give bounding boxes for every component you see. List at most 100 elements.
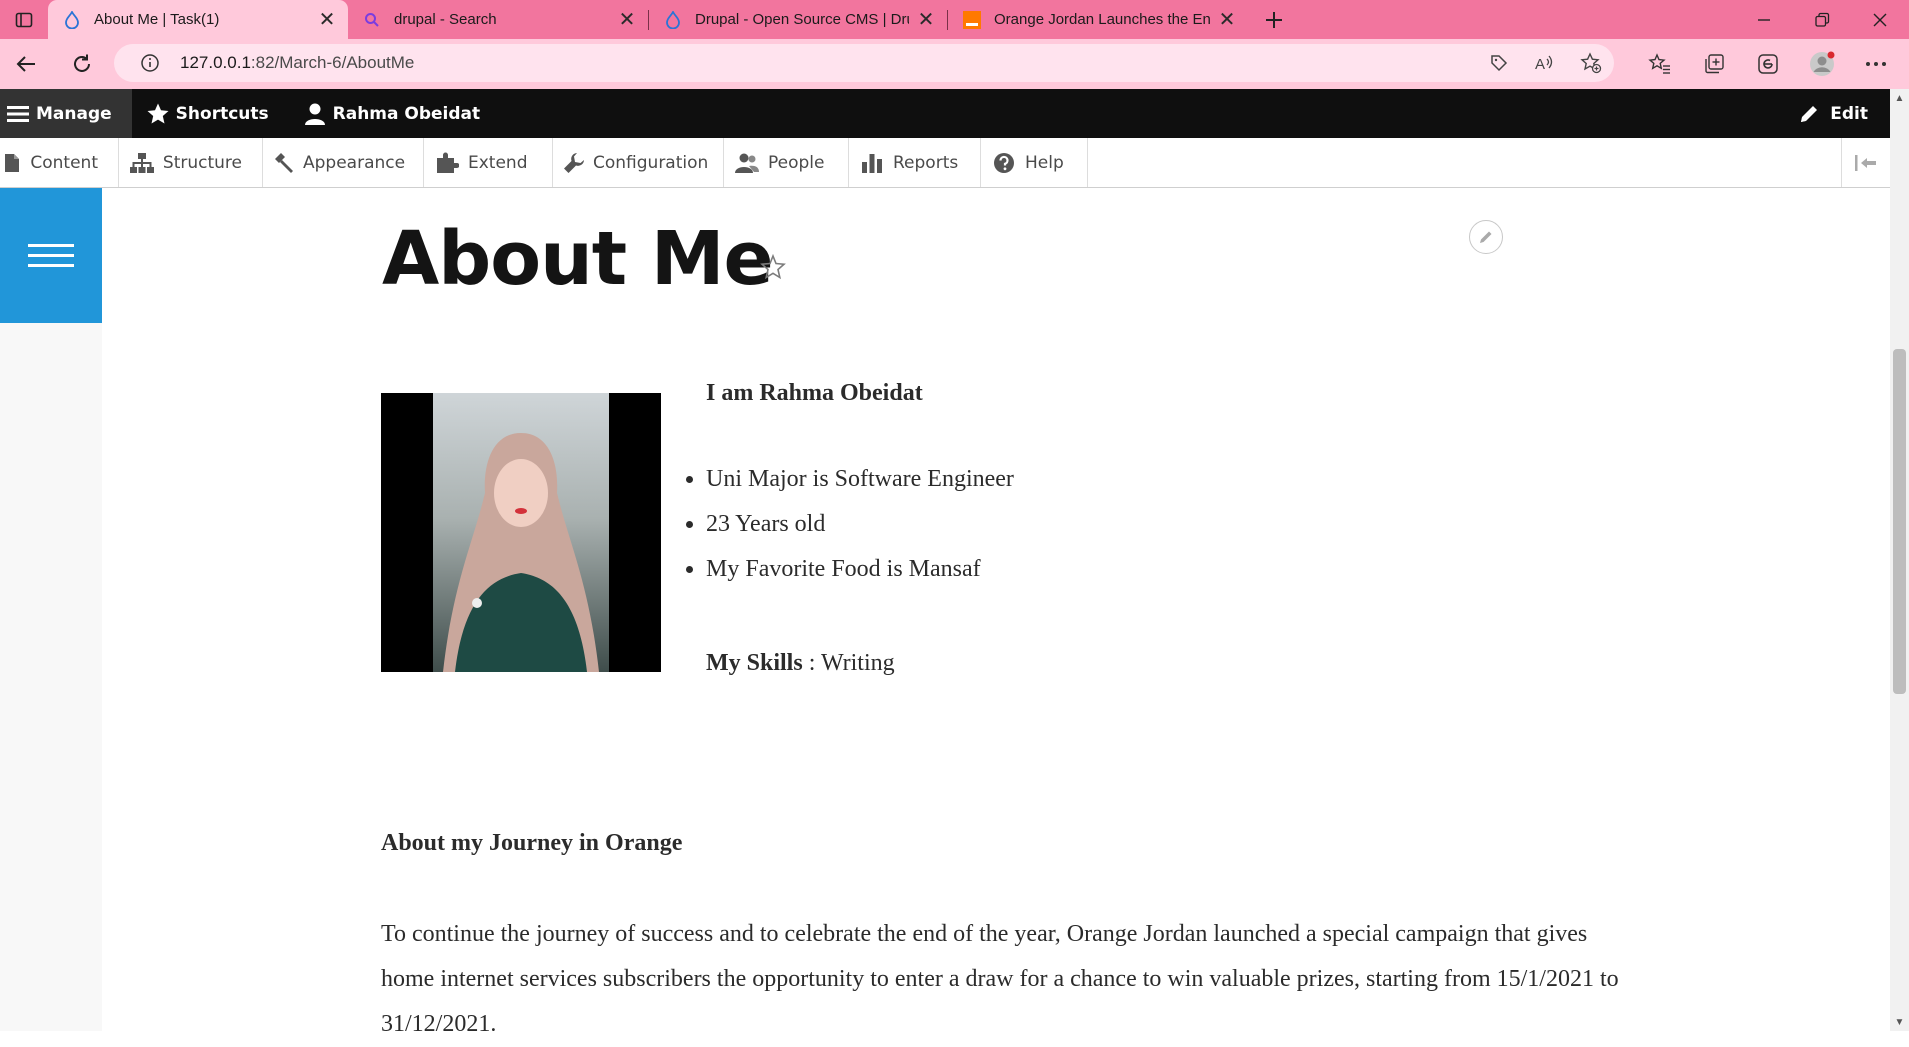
help-icon xyxy=(991,150,1017,176)
collapse-left-icon xyxy=(1855,154,1876,171)
url-host: 127.0.0.1 xyxy=(180,53,251,72)
toolbar-manage-label: Manage xyxy=(36,103,112,124)
toolbar-shortcuts-label: Shortcuts xyxy=(175,103,269,124)
restore-button[interactable] xyxy=(1793,0,1851,39)
tray-item-label: People xyxy=(768,152,825,173)
main-menu-button[interactable] xyxy=(0,188,102,323)
pencil-icon xyxy=(1480,231,1492,243)
tray-item-label: Reports xyxy=(893,152,959,173)
skills-separator: : xyxy=(802,650,821,676)
browser-tab-strip: About Me | Task(1) ✕ drupal - Search ✕ D… xyxy=(0,0,1909,39)
tab-title: Orange Jordan Launches the End xyxy=(994,11,1210,28)
more-menu-icon[interactable] xyxy=(1863,51,1889,77)
minimize-icon xyxy=(1758,18,1770,21)
tab-drupal-search[interactable]: drupal - Search ✕ xyxy=(348,0,648,39)
tray-item-extend[interactable]: Extend xyxy=(424,138,553,187)
hamburger-icon xyxy=(28,237,74,274)
site-info-icon[interactable] xyxy=(130,53,170,73)
toolbar-user[interactable]: Rahma Obeidat xyxy=(297,89,499,138)
tab-close-button[interactable]: ✕ xyxy=(1216,7,1238,32)
page-body: About Me I am Rahma Obeidat Uni Major is… xyxy=(0,188,1890,1037)
tray-item-content[interactable]: Content xyxy=(0,138,119,187)
reload-button[interactable] xyxy=(56,39,108,89)
new-tab-button[interactable] xyxy=(1254,0,1294,39)
tray-item-people[interactable]: People xyxy=(724,138,849,187)
orange-logo-icon xyxy=(962,10,982,30)
page-scrollbar[interactable]: ▲ ▼ xyxy=(1890,89,1909,1031)
skills-line: My Skills : Writing xyxy=(706,650,895,677)
restore-icon xyxy=(1815,12,1830,27)
profile-photo xyxy=(381,393,661,672)
search-icon xyxy=(362,10,382,30)
scroll-up-icon[interactable]: ▲ xyxy=(1890,89,1909,107)
url-text[interactable]: 127.0.0.1:82/March-6/AboutMe xyxy=(180,53,414,73)
tab-about-me[interactable]: About Me | Task(1) ✕ xyxy=(48,0,348,39)
svg-text:A: A xyxy=(1535,56,1545,73)
add-favorite-icon[interactable] xyxy=(1578,50,1604,76)
tray-item-help[interactable]: Help xyxy=(981,138,1088,187)
plus-icon xyxy=(1266,11,1282,28)
url-path: :82/March-6/AboutMe xyxy=(250,53,415,72)
main-content: About Me I am Rahma Obeidat Uni Major is… xyxy=(102,188,1890,1037)
browser-nav-bar: 127.0.0.1:82/March-6/AboutMe A xyxy=(0,39,1909,89)
scroll-thumb[interactable] xyxy=(1893,349,1906,694)
favorites-icon[interactable] xyxy=(1647,51,1673,77)
back-button[interactable] xyxy=(0,39,52,89)
list-item: Uni Major is Software Engineer xyxy=(686,464,1014,509)
toolbar-shortcuts[interactable]: Shortcuts xyxy=(140,89,287,138)
admin-toolbar-tray: Content Structure Appearance Extend Conf… xyxy=(0,138,1890,188)
toolbar-edit-label: Edit xyxy=(1830,103,1868,124)
contextual-edit-button[interactable] xyxy=(1469,220,1503,254)
file-icon xyxy=(2,150,22,176)
admin-toolbar: Manage Shortcuts Rahma Obeidat Edit xyxy=(0,89,1890,138)
address-bar[interactable]: 127.0.0.1:82/March-6/AboutMe A xyxy=(114,44,1614,82)
skills-label: My Skills xyxy=(706,650,803,676)
tab-close-button[interactable]: ✕ xyxy=(915,7,937,32)
bookmark-star-icon[interactable] xyxy=(758,252,788,282)
tab-actions-button[interactable] xyxy=(0,0,48,39)
wrench-icon xyxy=(563,150,585,176)
collections-icon[interactable] xyxy=(1701,51,1727,77)
toolbar-manage[interactable]: Manage xyxy=(0,89,132,138)
people-icon xyxy=(734,150,760,176)
tray-item-configuration[interactable]: Configuration xyxy=(553,138,724,187)
minimize-button[interactable] xyxy=(1735,0,1793,39)
drupal-drop-icon xyxy=(663,10,683,30)
tray-item-label: Extend xyxy=(468,152,528,173)
tray-item-structure[interactable]: Structure xyxy=(119,138,263,187)
star-icon xyxy=(140,102,176,126)
skills-value: Writing xyxy=(820,650,895,676)
pencil-icon xyxy=(1801,105,1818,122)
profile-avatar[interactable] xyxy=(1809,51,1835,77)
tab-close-button[interactable]: ✕ xyxy=(616,7,638,32)
tab-title: About Me | Task(1) xyxy=(94,11,220,28)
browser-essentials-icon[interactable] xyxy=(1755,51,1781,77)
tab-actions-icon xyxy=(15,12,33,27)
toolbar-edit[interactable]: Edit xyxy=(1798,89,1868,138)
tray-item-label: Configuration xyxy=(593,152,709,173)
brush-icon xyxy=(273,150,295,176)
scroll-down-icon[interactable]: ▼ xyxy=(1890,1013,1909,1031)
tab-orange-jordan[interactable]: Orange Jordan Launches the End ✕ xyxy=(948,0,1248,39)
bar-chart-icon xyxy=(859,150,885,176)
close-window-button[interactable] xyxy=(1851,0,1909,39)
arrow-left-icon xyxy=(16,56,35,72)
tray-item-appearance[interactable]: Appearance xyxy=(263,138,424,187)
address-bar-actions: A xyxy=(1486,44,1604,82)
tray-item-reports[interactable]: Reports xyxy=(849,138,981,187)
tray-orientation-toggle[interactable] xyxy=(1841,138,1890,187)
tray-item-label: Content xyxy=(30,152,98,173)
tab-drupal-cms[interactable]: Drupal - Open Source CMS | Dru ✕ xyxy=(649,0,947,39)
read-aloud-icon[interactable]: A xyxy=(1532,50,1558,76)
facts-list: Uni Major is Software Engineer 23 Years … xyxy=(686,464,1014,599)
toolbar-user-label: Rahma Obeidat xyxy=(332,103,481,124)
puzzle-icon xyxy=(434,150,460,176)
window-controls xyxy=(1735,0,1909,39)
tab-close-button[interactable]: ✕ xyxy=(316,7,338,32)
list-item: My Favorite Food is Mansaf xyxy=(686,554,1014,599)
tray-item-label: Appearance xyxy=(303,152,406,173)
sitemap-icon xyxy=(129,150,155,176)
tag-icon[interactable] xyxy=(1486,50,1512,76)
tray-item-label: Help xyxy=(1025,152,1064,173)
tab-title: Drupal - Open Source CMS | Dru xyxy=(695,11,909,28)
